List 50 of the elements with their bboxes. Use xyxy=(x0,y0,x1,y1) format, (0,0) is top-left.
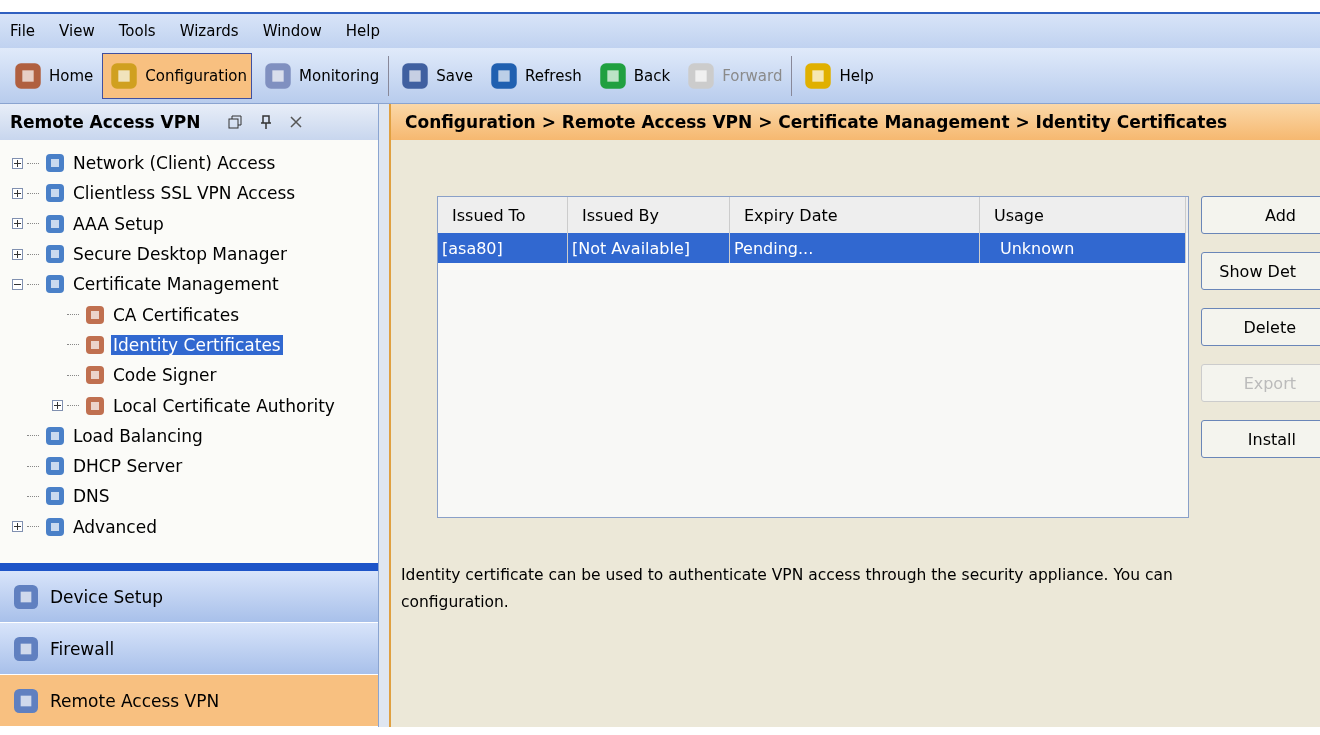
tree-item[interactable]: Load Balancing xyxy=(71,425,205,446)
table-cell[interactable]: [asa80] xyxy=(438,233,568,263)
action-button[interactable]: Add xyxy=(1201,196,1320,234)
expand-toggle[interactable] xyxy=(12,218,23,230)
toolbar-button[interactable]: Refresh xyxy=(482,52,587,99)
tree-item[interactable]: AAA Setup xyxy=(71,213,166,234)
collapse-toggle[interactable] xyxy=(12,278,23,290)
expand-toggle[interactable] xyxy=(12,248,23,260)
tree-item[interactable]: Local Certificate Authority xyxy=(111,395,337,416)
tree-item[interactable]: CA Certificates xyxy=(111,304,242,325)
nav-button[interactable]: Firewall xyxy=(0,623,378,675)
expand-toggle[interactable] xyxy=(52,400,63,411)
menu-item[interactable]: Tools xyxy=(118,22,156,40)
action-button[interactable]: Delete xyxy=(1201,308,1320,346)
nav-button[interactable]: Device Setup xyxy=(0,571,378,623)
toolbar-button[interactable]: Configuration xyxy=(102,52,253,99)
toolbar-button[interactable]: Back xyxy=(590,52,676,99)
tree-item[interactable]: Code Signer xyxy=(111,365,219,386)
close-icon[interactable] xyxy=(290,116,303,128)
tree-item[interactable]: DHCP Server xyxy=(71,456,185,477)
description-text: Identity certificate can be used to authenticate VPN access through the security appliance. You can configuration. xyxy=(400,565,1174,613)
toolbar-button[interactable]: Help xyxy=(796,52,879,99)
menu-item[interactable]: View xyxy=(59,22,95,40)
toolbar-button[interactable]: Monitoring xyxy=(256,52,385,99)
expand-toggle[interactable] xyxy=(12,187,23,199)
panel-title: Remote Access VPN xyxy=(10,112,201,132)
restore-icon[interactable] xyxy=(228,115,243,129)
menu-item[interactable]: Window xyxy=(262,22,322,40)
tree-item[interactable]: DNS xyxy=(71,486,112,507)
pin-icon[interactable] xyxy=(260,115,273,129)
tree-item[interactable]: Certificate Management xyxy=(71,274,281,295)
action-button[interactable]: Install xyxy=(1201,420,1320,458)
table-cell[interactable]: Pending... xyxy=(730,233,980,263)
expand-toggle[interactable] xyxy=(12,521,23,533)
menu-item[interactable]: Wizards xyxy=(179,22,239,40)
tree-item[interactable]: Network (Client) Access xyxy=(71,153,278,174)
breadcrumb: Configuration > Remote Access VPN > Certificate Management > Identity Certificates xyxy=(391,104,1320,140)
menu-item[interactable]: Help xyxy=(345,22,380,40)
tree-item[interactable]: Advanced xyxy=(71,516,159,537)
table-cell[interactable]: [Not Available] xyxy=(568,233,730,263)
toolbar-button[interactable]: Home xyxy=(6,52,99,99)
nav-button[interactable]: Remote Access VPN xyxy=(0,675,378,727)
action-button[interactable]: Show Det xyxy=(1201,252,1320,290)
tree-item[interactable]: Clientless SSL VPN Access xyxy=(71,183,298,204)
menu-item[interactable]: File xyxy=(10,22,36,40)
tree-item[interactable]: Secure Desktop Manager xyxy=(71,244,289,265)
expand-toggle[interactable] xyxy=(12,157,23,169)
table-cell[interactable]: Unknown xyxy=(980,233,1186,263)
tree-item[interactable]: Identity Certificates xyxy=(111,334,283,355)
toolbar-button[interactable]: Save xyxy=(393,52,479,99)
